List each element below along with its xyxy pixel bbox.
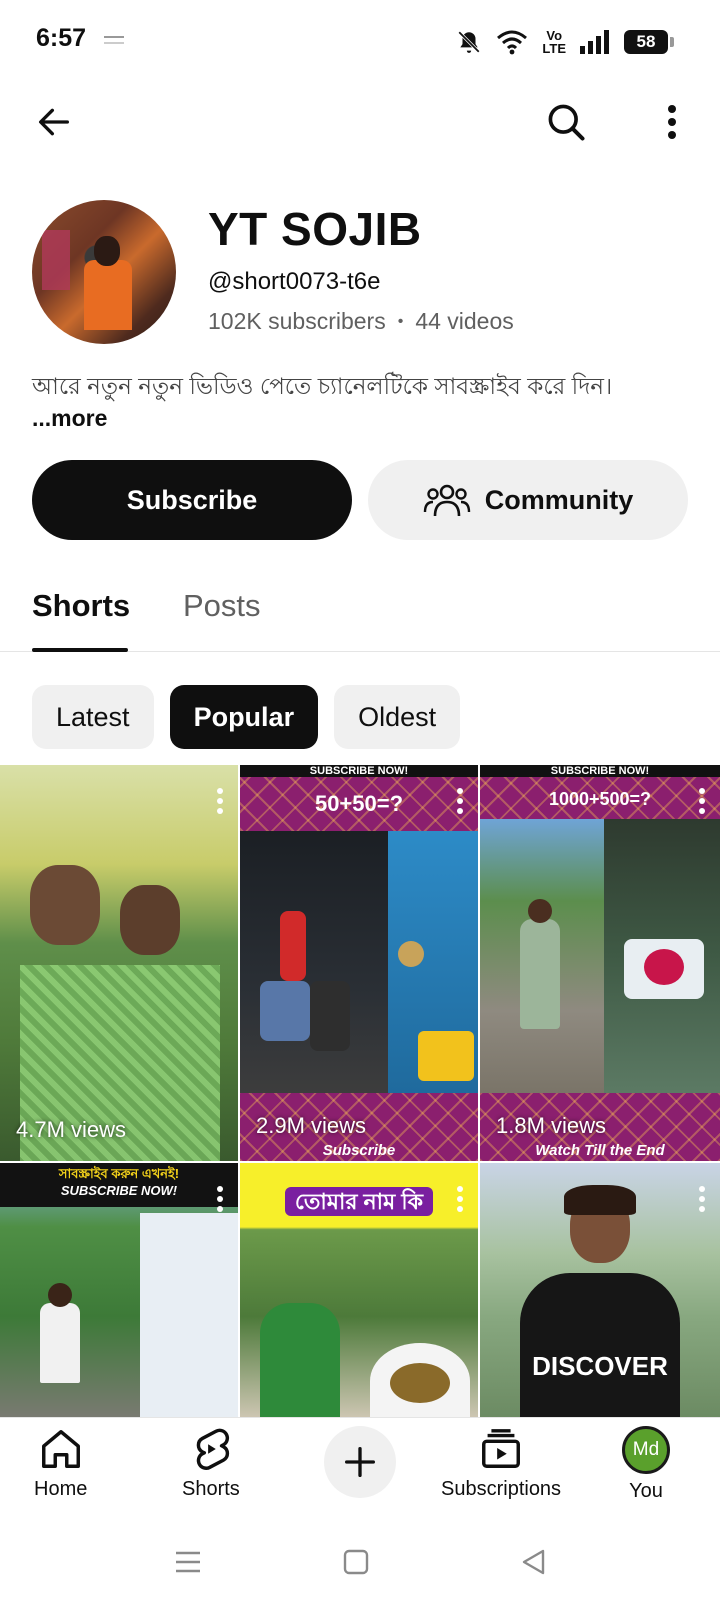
short-menu-button[interactable] (456, 1185, 464, 1218)
subscriber-count: 102K subscribers (208, 308, 386, 334)
more-vert-icon (457, 788, 463, 814)
channel-description[interactable]: আরে নতুন নতুন ভিডিও পেতে চ্যানেলটিকে সাব… (32, 370, 652, 434)
short-overlay-text: 1000+500=? (548, 789, 652, 809)
more-options-button[interactable] (650, 96, 694, 148)
short-menu-button[interactable] (216, 1185, 224, 1218)
avatar-head (94, 236, 120, 266)
nav-shorts-label: Shorts (182, 1478, 240, 1500)
plus-icon (345, 1447, 375, 1477)
description-text: আরে নতুন নতুন ভিডিও পেতে চ্যানেলটিকে সাব… (32, 373, 613, 399)
notification-indicator-icon (104, 36, 124, 44)
nav-you-label: You (629, 1480, 663, 1502)
short-thumbnail[interactable]: সাবস্ক্রাইব করুন এখনই! SUBSCRIBE NOW! (0, 1163, 238, 1417)
short-overlay-text: DISCOVER (532, 1351, 668, 1381)
tab-posts[interactable]: Posts (183, 588, 261, 624)
short-banner-top: SUBSCRIBE NOW! (240, 765, 478, 777)
tab-shorts[interactable]: Shorts (32, 588, 130, 624)
chip-latest[interactable]: Latest (32, 685, 154, 749)
community-icon (423, 484, 470, 517)
top-app-bar (0, 84, 720, 160)
subscribe-label: Subscribe (126, 484, 258, 515)
short-banner-bottom: Subscribe (322, 1142, 396, 1159)
battery-level: 58 (636, 32, 656, 51)
short-menu-button[interactable] (456, 787, 464, 820)
signal-icon (580, 30, 609, 54)
short-banner-bottom: Watch Till the End (535, 1142, 665, 1159)
short-overlay-text: 50+50=? (314, 791, 404, 816)
short-views: 4.7M views (16, 1117, 127, 1142)
status-icons: Vo LTE 58 (456, 24, 674, 60)
video-count: 44 videos (415, 308, 514, 334)
more-vert-icon (217, 1186, 223, 1212)
subscriptions-icon (482, 1429, 521, 1468)
more-vert-icon (699, 1186, 705, 1212)
home-icon (41, 1430, 80, 1468)
short-overlay-text: তোমার নাম কি (240, 1185, 478, 1222)
create-button[interactable] (324, 1426, 396, 1498)
nav-you[interactable]: Md You (622, 1426, 670, 1503)
more-vert-icon (699, 788, 705, 814)
channel-handle: @short0073-t6e (208, 268, 381, 295)
user-avatar: Md (622, 1426, 670, 1474)
nav-subscriptions-label: Subscriptions (441, 1478, 562, 1500)
subscribe-button[interactable]: Subscribe (32, 460, 352, 540)
system-navigation-bar (0, 1527, 720, 1600)
short-thumbnail[interactable]: DISCOVER (480, 1163, 720, 1417)
triangle-back-icon (522, 1549, 545, 1575)
short-thumbnail[interactable]: SUBSCRIBE NOW! 1000+500=? Watch Till the… (480, 765, 720, 1161)
channel-tabs: Shorts Posts (0, 560, 720, 652)
more-link[interactable]: ...more (32, 405, 107, 431)
more-vert-icon (217, 788, 223, 814)
status-time: 6:57 (36, 24, 87, 52)
sort-chips: Latest Popular Oldest (32, 685, 461, 749)
channel-stats: 102K subscribers • 44 videos (208, 308, 514, 335)
back-arrow-icon (39, 108, 70, 136)
volte-icon: Vo LTE (542, 28, 566, 56)
short-menu-button[interactable] (698, 787, 706, 820)
nav-home-label: Home (34, 1478, 88, 1500)
mute-bell-icon (458, 31, 481, 53)
bottom-navigation: Home Shorts Subscriptions Md You (0, 1417, 720, 1527)
user-initials: Md (632, 1439, 660, 1460)
short-banner-sub: SUBSCRIBE NOW! (60, 1183, 178, 1198)
shorts-icon (196, 1428, 230, 1470)
wifi-icon (497, 30, 528, 55)
chip-popular[interactable]: Popular (169, 685, 319, 749)
menu-icon (176, 1551, 200, 1573)
search-icon (548, 104, 585, 141)
search-button[interactable] (540, 96, 592, 148)
short-views: 2.9M views (256, 1113, 367, 1138)
short-views: 1.8M views (496, 1113, 607, 1138)
back-button[interactable] (30, 98, 78, 146)
chip-oldest[interactable]: Oldest (334, 685, 461, 749)
nav-subscriptions[interactable]: Subscriptions (441, 1426, 561, 1501)
battery-icon: 58 (624, 30, 674, 54)
channel-avatar[interactable] (32, 200, 176, 344)
recent-apps-button[interactable] (160, 1537, 216, 1587)
short-banner-top: SUBSCRIBE NOW! (480, 765, 720, 777)
avatar-figure (84, 260, 132, 330)
short-overlay-label: তোমার নাম কি (284, 1187, 434, 1216)
status-bar: 6:57 Vo LTE 58 (0, 0, 720, 84)
more-vert-icon (668, 105, 676, 139)
home-system-button[interactable] (328, 1537, 384, 1587)
avatar-background (42, 230, 70, 290)
short-thumbnail[interactable]: SUBSCRIBE NOW! 50+50=? Subscribe 2.9M vi… (240, 765, 478, 1161)
short-menu-button[interactable] (698, 1185, 706, 1218)
community-button[interactable]: Community (368, 460, 688, 540)
short-thumbnail[interactable]: 4.7M views (0, 765, 238, 1161)
nav-shorts[interactable]: Shorts (182, 1426, 240, 1501)
short-thumbnail[interactable]: তোমার নাম কি (240, 1163, 478, 1417)
short-menu-button[interactable] (216, 787, 224, 820)
square-icon (343, 1549, 369, 1575)
back-system-button[interactable] (505, 1537, 561, 1587)
active-tab-indicator (32, 648, 128, 652)
shorts-grid: 4.7M views SUBSCRIBE NOW! 50+50=? Subscr… (0, 765, 720, 1417)
more-vert-icon (457, 1186, 463, 1212)
community-label: Community (484, 484, 634, 515)
stats-separator: • (397, 312, 404, 330)
nav-home[interactable]: Home (34, 1426, 87, 1501)
channel-name: YT SOJIB (208, 203, 422, 255)
